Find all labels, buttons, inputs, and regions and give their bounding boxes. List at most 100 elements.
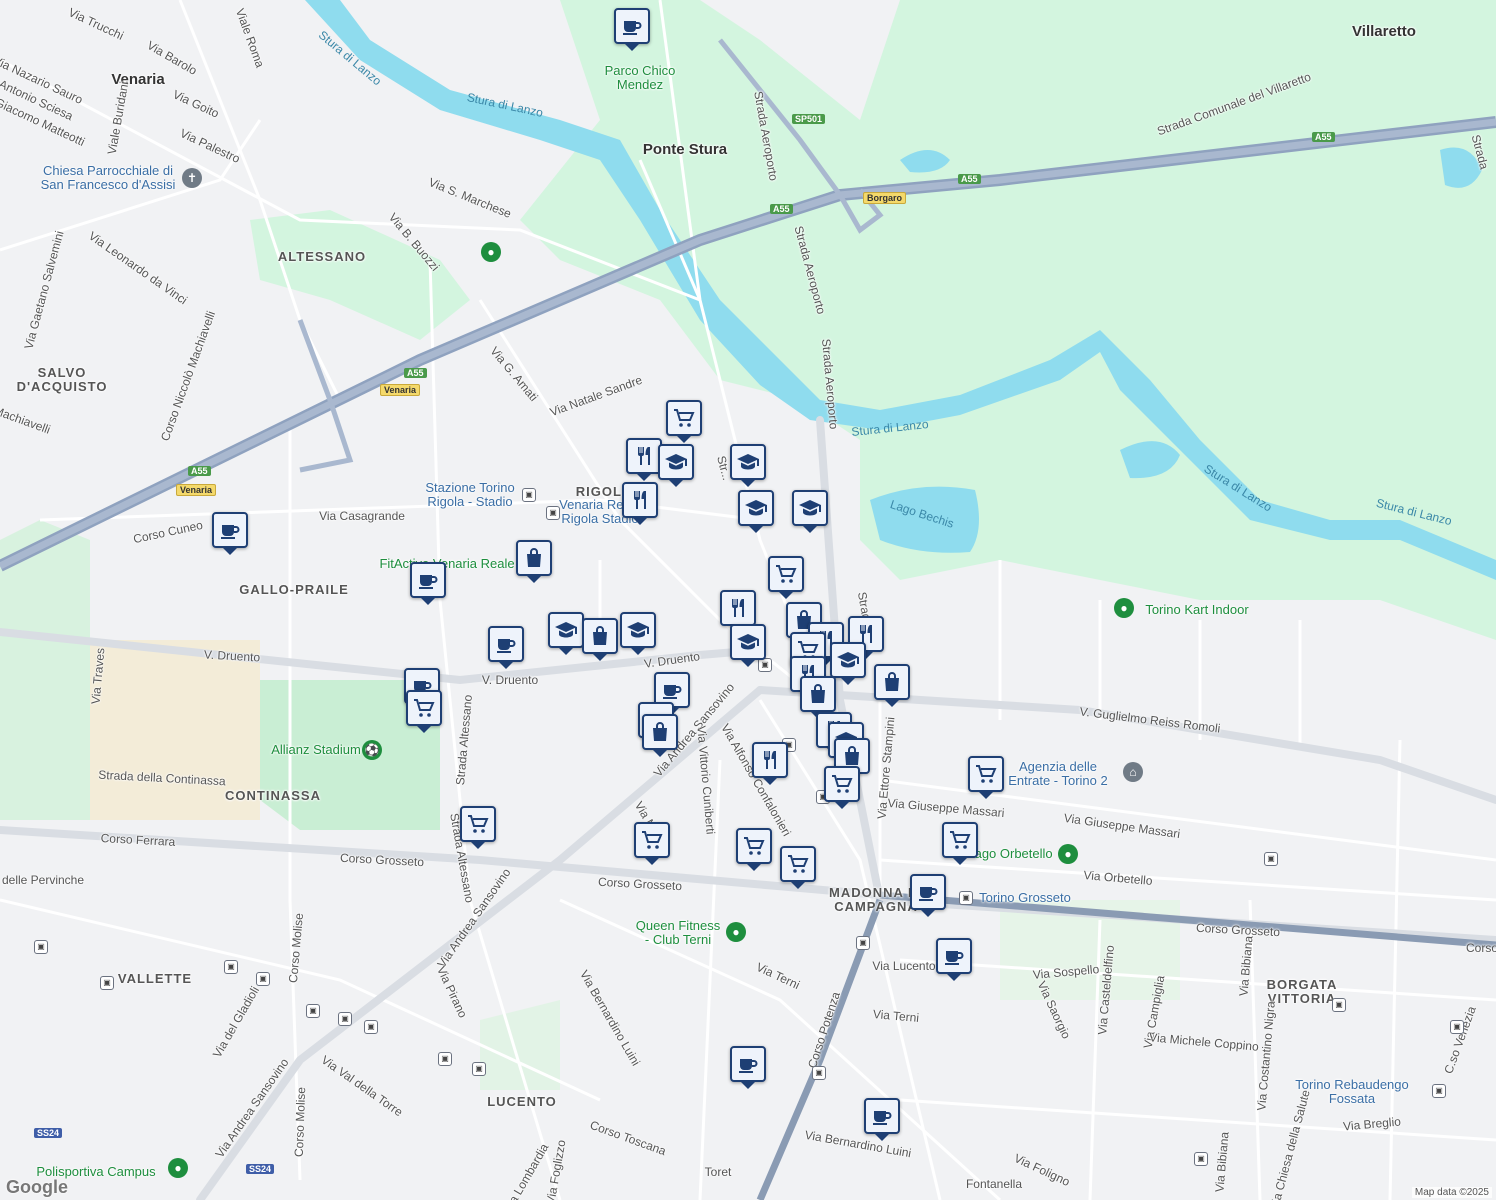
shopping-bag-marker[interactable] [582, 618, 618, 661]
train-station-icon[interactable]: ▣ [959, 891, 973, 905]
bus-stop-icon[interactable]: ▣ [306, 1004, 320, 1018]
fitness-pin-icon[interactable]: ● [726, 922, 746, 942]
shield-a55-5: A55 [188, 466, 211, 476]
bus-stop-icon[interactable]: ▣ [34, 940, 48, 954]
church-pin-icon[interactable]: ✝ [182, 168, 202, 188]
cafe-marker[interactable] [410, 562, 446, 605]
shopping-cart-marker[interactable] [780, 846, 816, 889]
shield-ss24-1: SS24 [34, 1128, 63, 1138]
school-marker[interactable] [730, 624, 766, 667]
shopping-cart-marker[interactable] [736, 828, 772, 871]
cafe-marker[interactable] [910, 874, 946, 917]
shopping-cart-marker[interactable] [666, 400, 702, 443]
shopping-bag-icon [588, 624, 612, 648]
map-canvas[interactable]: Villaretto Venaria Ponte Stura ALTESSANO SAL… [0, 0, 1496, 1200]
road-via-casagrande: Via Casagrande [319, 509, 405, 523]
restaurant-icon [632, 444, 656, 468]
polisportiva-pin-icon[interactable]: ● [168, 1158, 188, 1178]
bus-stop-icon[interactable]: ▣ [758, 658, 772, 672]
shopping-bag-marker[interactable] [800, 676, 836, 719]
shopping-cart-icon [412, 696, 436, 720]
restaurant-marker[interactable] [626, 438, 662, 481]
label-torino-grosseto: Torino Grosseto [979, 890, 1071, 905]
cafe-marker[interactable] [730, 1046, 766, 1089]
school-icon [836, 648, 860, 672]
shopping-cart-icon [774, 562, 798, 586]
label-chiesa: Chiesa Parrocchiale di San Francesco d'A… [40, 163, 176, 192]
train-station-icon[interactable]: ▣ [546, 506, 560, 520]
bus-stop-icon[interactable]: ▣ [100, 976, 114, 990]
shopping-cart-marker[interactable] [460, 806, 496, 849]
label-lago-orbetello: Lago Orbetello [967, 846, 1053, 861]
cafe-icon [416, 568, 440, 592]
cafe-icon [660, 678, 684, 702]
restaurant-marker[interactable] [752, 742, 788, 785]
train-station-icon[interactable]: ▣ [1432, 1084, 1446, 1098]
label-fitactive: FitActive Venaria Reale [379, 556, 515, 571]
shopping-bag-marker[interactable] [874, 664, 910, 707]
bus-stop-icon[interactable]: ▣ [256, 972, 270, 986]
bus-stop-icon[interactable]: ▣ [438, 1052, 452, 1066]
cafe-marker[interactable] [488, 626, 524, 669]
label-queen-fitness: Queen Fitness - Club Terni [635, 918, 721, 947]
bus-stop-icon[interactable]: ▣ [364, 1020, 378, 1034]
train-station-icon[interactable]: ▣ [522, 488, 536, 502]
map-attribution[interactable]: Map data ©2025 [1411, 1187, 1492, 1198]
label-altessano: ALTESSANO [277, 249, 367, 264]
label-torino-kart: Torino Kart Indoor [1145, 602, 1249, 617]
shopping-cart-marker[interactable] [968, 756, 1004, 799]
school-marker[interactable] [730, 444, 766, 487]
shopping-bag-marker[interactable] [516, 540, 552, 583]
school-marker[interactable] [658, 444, 694, 487]
school-icon [736, 630, 760, 654]
label-stazione-rigola: Stazione Torino Rigola - Stadio [425, 480, 515, 509]
shopping-cart-icon [948, 828, 972, 852]
school-marker[interactable] [548, 612, 584, 655]
bus-stop-icon[interactable]: ▣ [1194, 1152, 1208, 1166]
bus-stop-icon[interactable]: ▣ [1264, 852, 1278, 866]
label-continassa: CONTINASSA [225, 788, 321, 803]
bus-stop-icon[interactable]: ▣ [472, 1062, 486, 1076]
bus-stop-icon[interactable]: ▣ [338, 1012, 352, 1026]
shield-a55-2: A55 [958, 174, 981, 184]
shopping-cart-icon [466, 812, 490, 836]
shopping-cart-icon [786, 852, 810, 876]
shopping-cart-marker[interactable] [824, 766, 860, 809]
bus-stop-icon[interactable]: ▣ [224, 960, 238, 974]
shopping-cart-marker[interactable] [942, 822, 978, 865]
cafe-marker[interactable] [864, 1098, 900, 1141]
road-v-druento-2: V. Druento [481, 673, 539, 687]
orbetello-pin-icon[interactable]: ● [1058, 844, 1078, 864]
shopping-cart-icon [640, 828, 664, 852]
bus-stop-icon[interactable]: ▣ [856, 936, 870, 950]
shopping-cart-icon [672, 406, 696, 430]
stadium-pin-icon[interactable]: ⚽ [362, 740, 382, 760]
shopping-cart-marker[interactable] [634, 822, 670, 865]
shopping-bag-icon [648, 720, 672, 744]
cafe-marker[interactable] [936, 938, 972, 981]
shield-borgaro: Borgaro [863, 192, 907, 204]
shopping-cart-marker[interactable] [768, 556, 804, 599]
shopping-bag-icon [522, 546, 546, 570]
shield-sp501: SP501 [792, 114, 826, 124]
cafe-marker[interactable] [212, 512, 248, 555]
shield-venaria-2: Venaria [176, 484, 217, 496]
road-v-druento-1: V. Druento [203, 647, 261, 665]
restaurant-marker[interactable] [622, 482, 658, 525]
shopping-bag-marker[interactable] [642, 714, 678, 757]
road-fontanella: Fontanella [965, 1177, 1023, 1191]
shopping-cart-marker[interactable] [406, 690, 442, 733]
bus-stop-icon[interactable]: ▣ [1332, 998, 1346, 1012]
kart-pin-icon[interactable]: ● [1114, 598, 1134, 618]
bus-stop-icon[interactable]: ▣ [812, 1066, 826, 1080]
school-marker[interactable] [620, 612, 656, 655]
bus-stop-icon[interactable]: ▣ [1450, 1020, 1464, 1034]
label-salvo-dacquisto: SALVO D'ACQUISTO [16, 365, 108, 394]
agency-pin-icon[interactable]: ⌂ [1123, 762, 1143, 782]
cafe-marker[interactable] [614, 8, 650, 51]
school-marker[interactable] [830, 642, 866, 685]
restaurant-marker[interactable] [720, 590, 756, 633]
school-marker[interactable] [792, 490, 828, 533]
park-pin-icon[interactable]: ● [481, 242, 501, 262]
school-marker[interactable] [738, 490, 774, 533]
